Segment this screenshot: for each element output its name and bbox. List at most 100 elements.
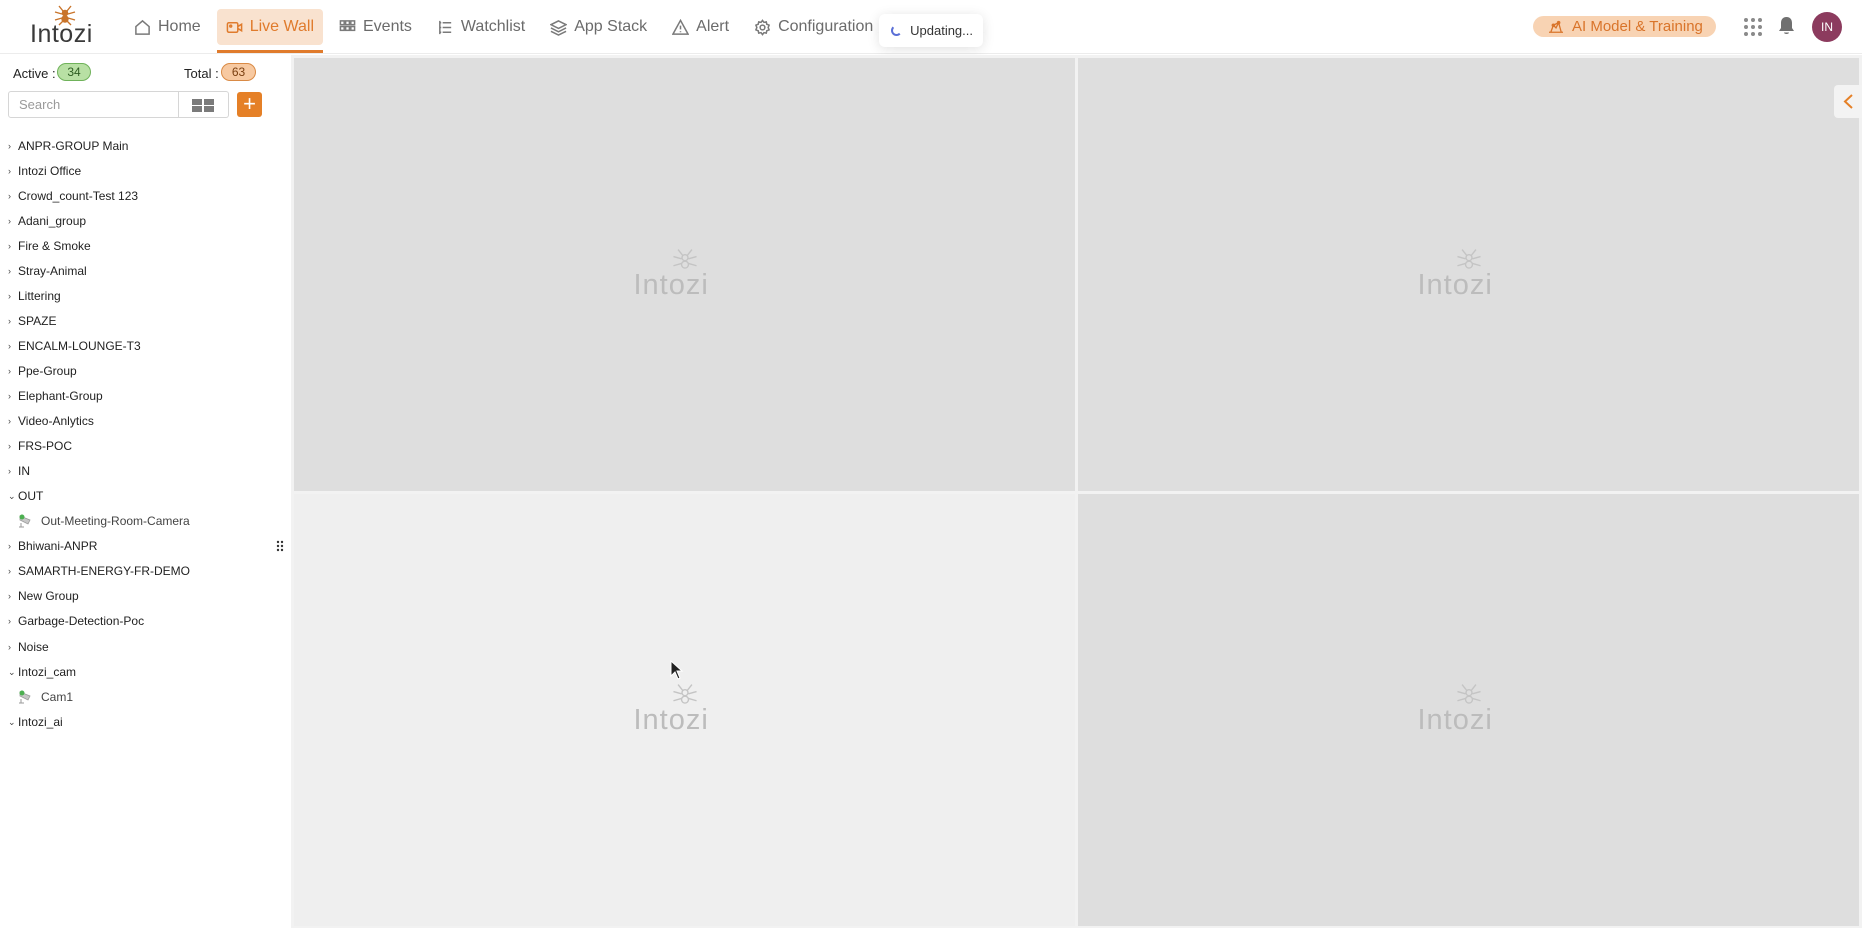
nav-label: Watchlist: [460, 18, 526, 35]
top-nav-bar: Intozi Home Live Wall Events Watchlist A…: [0, 0, 1862, 54]
layout-block: [204, 106, 214, 112]
chevron-right-icon: ›: [8, 391, 11, 401]
chevron-down-icon: ⌄: [8, 666, 16, 677]
tree-group[interactable]: › Crowd_count-Test 123: [8, 186, 138, 206]
total-count-badge: 63: [221, 63, 256, 81]
nav-events[interactable]: Events: [330, 9, 421, 45]
layout-block: [192, 99, 202, 105]
apps-grid-icon[interactable]: [1743, 17, 1763, 37]
main-nav: Home Live Wall Events Watchlist App Stac…: [125, 9, 889, 53]
group-label: OUT: [18, 489, 44, 503]
video-tile[interactable]: Intozi: [1078, 58, 1859, 491]
group-label: ENCALM-LOUNGE-T3: [18, 339, 141, 353]
layers-icon: [550, 19, 568, 36]
chevron-down-icon: ⌄: [8, 716, 16, 727]
app-logo[interactable]: Intozi: [30, 4, 100, 48]
ai-model-icon: [1549, 20, 1563, 33]
loading-spinner-icon: [891, 25, 902, 36]
video-icon: [226, 21, 243, 33]
tree-group[interactable]: › Elephant-Group: [8, 386, 103, 406]
group-label: FRS-POC: [18, 439, 72, 453]
chevron-right-icon: ›: [8, 541, 11, 551]
search-input[interactable]: [8, 91, 179, 118]
group-label: SPAZE: [18, 314, 57, 328]
active-label: Active :: [13, 66, 56, 81]
nav-label: Live Wall: [249, 18, 314, 35]
nav-label: Home: [158, 18, 201, 35]
video-tile[interactable]: Intozi: [294, 494, 1075, 926]
camera-item[interactable]: Out-Meeting-Room-Camera: [18, 511, 190, 531]
ant-watermark-icon: [1456, 684, 1481, 704]
updating-toast: Updating...: [879, 14, 983, 47]
tree-group[interactable]: › Garbage-Detection-Poc: [8, 611, 144, 631]
bell-icon[interactable]: [1777, 16, 1796, 36]
group-label: New Group: [18, 589, 79, 603]
collapse-panel-button[interactable]: [1834, 85, 1862, 118]
layout-block: [192, 106, 202, 112]
group-label: Crowd_count-Test 123: [18, 189, 139, 203]
tree-group[interactable]: › ANPR-GROUP Main: [8, 136, 128, 156]
tree-group[interactable]: ⌄ Intozi_cam: [8, 662, 76, 682]
group-label: Noise: [18, 640, 49, 654]
tree-group[interactable]: › Littering: [8, 286, 61, 306]
tree-group[interactable]: › Stray-Animal: [8, 261, 87, 281]
chevron-right-icon: ›: [8, 642, 11, 652]
video-tile[interactable]: Intozi: [1078, 494, 1859, 926]
tree-group[interactable]: › Intozi Office: [8, 161, 81, 181]
chevron-right-icon: ›: [8, 566, 11, 576]
total-label: Total :: [184, 66, 219, 81]
camera-item[interactable]: Cam1: [18, 687, 73, 707]
tree-group[interactable]: › Bhiwani-ANPR: [8, 536, 97, 556]
chevron-right-icon: ›: [8, 241, 11, 251]
video-tile[interactable]: Intozi: [294, 58, 1075, 491]
ant-logo-icon: [54, 5, 76, 26]
tree-group[interactable]: › IN: [8, 461, 30, 481]
group-label: Intozi_ai: [18, 715, 63, 729]
tree-group[interactable]: › Video-Anlytics: [8, 411, 94, 431]
chevron-right-icon: ›: [8, 341, 11, 351]
chevron-right-icon: ›: [8, 191, 11, 201]
camera-label: Cam1: [41, 690, 74, 704]
ai-model-training-button[interactable]: AI Model & Training: [1533, 16, 1716, 37]
watermark-text: Intozi: [1417, 268, 1493, 301]
add-group-button[interactable]: +: [237, 92, 262, 117]
tree-group[interactable]: › Fire & Smoke: [8, 236, 91, 256]
chevron-right-icon: ›: [8, 141, 11, 151]
nav-configuration[interactable]: Configuration: [745, 9, 882, 45]
gear-icon: [754, 18, 771, 36]
drag-handle-icon[interactable]: [276, 540, 284, 552]
tree-group[interactable]: ⌄ OUT: [8, 486, 43, 506]
tree-group[interactable]: › Noise: [8, 637, 49, 657]
chevron-right-icon: ›: [8, 366, 11, 376]
nav-home[interactable]: Home: [125, 9, 210, 45]
active-count-badge: 34: [57, 63, 91, 81]
ant-watermark-icon: [672, 248, 697, 269]
tree-group[interactable]: › FRS-POC: [8, 436, 72, 456]
chevron-right-icon: ›: [8, 216, 11, 226]
watermark: Intozi: [630, 682, 740, 738]
ant-watermark-icon: [1456, 248, 1481, 269]
tree-group[interactable]: › ENCALM-LOUNGE-T3: [8, 336, 141, 356]
nav-alert[interactable]: Alert: [663, 9, 738, 45]
tree-group[interactable]: › Ppe-Group: [8, 361, 77, 381]
chevron-right-icon: ›: [8, 166, 11, 176]
nav-app-stack[interactable]: App Stack: [541, 9, 656, 45]
layout-toggle-button[interactable]: [179, 91, 229, 118]
chevron-left-icon: [1843, 94, 1853, 109]
watermark: Intozi: [1414, 682, 1524, 738]
user-avatar[interactable]: IN: [1812, 12, 1842, 42]
chevron-right-icon: ›: [8, 441, 11, 451]
tree-group[interactable]: ⌄ Intozi_ai: [8, 712, 63, 732]
watermark-text: Intozi: [1417, 704, 1493, 736]
group-label: Bhiwani-ANPR: [18, 539, 98, 553]
tree-group[interactable]: › Adani_group: [8, 211, 86, 231]
camera-label: Out-Meeting-Room-Camera: [41, 514, 190, 528]
camera-sidebar: Active : 34 Total : 63 + › ANPR-GROUP Mai…: [0, 55, 291, 928]
tree-group[interactable]: › SAMARTH-ENERGY-FR-DEMO: [8, 561, 190, 581]
nav-live-wall[interactable]: Live Wall: [216, 9, 324, 53]
tree-group[interactable]: › SPAZE: [8, 311, 56, 331]
group-label: Stray-Animal: [18, 264, 87, 278]
tree-group[interactable]: › New Group: [8, 586, 79, 606]
watermark-text: Intozi: [633, 268, 709, 301]
nav-watchlist[interactable]: Watchlist: [428, 9, 534, 45]
